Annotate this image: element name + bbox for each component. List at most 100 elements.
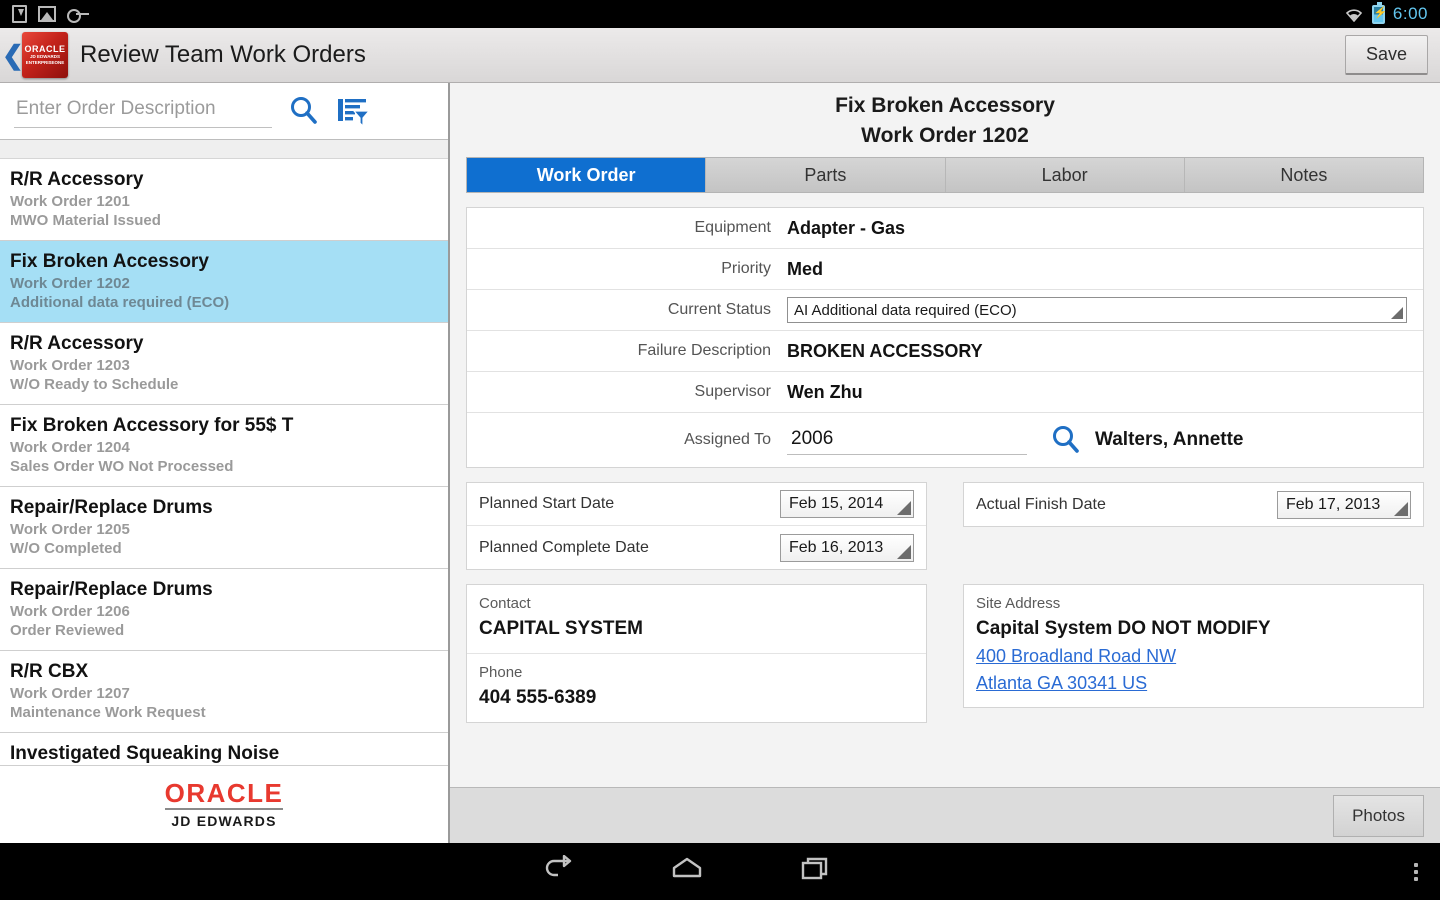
status-bar-left-icons xyxy=(12,5,89,23)
search-input[interactable] xyxy=(14,94,272,128)
equipment-value: Adapter - Gas xyxy=(787,217,906,238)
list-item-status: MWO Material Issued xyxy=(10,212,161,229)
list-item-status: W/O Ready to Schedule xyxy=(10,376,179,393)
overflow-menu-icon[interactable] xyxy=(1414,862,1418,881)
chevron-down-icon xyxy=(897,501,911,515)
priority-label: Priority xyxy=(721,260,771,277)
planned-start-date-value: Feb 15, 2014 xyxy=(789,495,884,512)
list-item-title: R/R CBX xyxy=(10,661,89,682)
contact-value: CAPITAL SYSTEM xyxy=(479,618,643,639)
status-bar-clock: 6:00 xyxy=(1392,4,1428,23)
actual-dates-column: Actual Finish Date Feb 17, 2013 xyxy=(963,482,1424,570)
list-item-order: Work Order 1201 xyxy=(10,193,130,210)
detail-subtitle: Work Order 1202 xyxy=(861,124,1029,147)
list-item-selected[interactable]: Fix Broken Accessory Work Order 1202 Add… xyxy=(0,241,448,323)
assigned-to-name: Walters, Annette xyxy=(1095,429,1244,450)
page-title: Review Team Work Orders xyxy=(80,41,366,68)
nav-buttons xyxy=(540,854,832,888)
list-item-order: Work Order 1207 xyxy=(10,685,130,702)
list-item-status: Maintenance Work Request xyxy=(10,704,206,721)
tab-parts[interactable]: Parts xyxy=(705,158,945,192)
recents-nav-icon[interactable] xyxy=(800,855,832,888)
search-row xyxy=(0,83,448,139)
android-status-bar: 6:00 xyxy=(0,0,1440,28)
list-item[interactable]: R/R Accessory Work Order 1203 W/O Ready … xyxy=(0,323,448,405)
phone-section: Phone 404 555-6389 xyxy=(467,654,926,722)
save-button[interactable]: Save xyxy=(1344,35,1428,75)
chevron-down-icon xyxy=(897,544,911,559)
list-item-status: Sales Order WO Not Processed xyxy=(10,458,234,475)
app-title-bar: ❮ ORACLE JD EDWARDS ENTERPRISEONE Review… xyxy=(0,28,1440,83)
chevron-down-icon xyxy=(1394,501,1408,516)
main-body: R/R Accessory Work Order 1201 MWO Materi… xyxy=(0,83,1440,843)
current-status-select[interactable]: AI Additional data required (ECO) xyxy=(787,297,1407,323)
assigned-to-label: Assigned To xyxy=(684,431,771,448)
back-button[interactable]: ❮ xyxy=(2,42,24,68)
tab-work-order[interactable]: Work Order xyxy=(467,158,706,192)
detail-tabs: Work Order Parts Labor Notes xyxy=(466,157,1424,193)
contact-section: Contact CAPITAL SYSTEM xyxy=(467,585,926,654)
image-icon xyxy=(38,6,56,22)
list-item-order: Work Order 1204 xyxy=(10,439,130,456)
phone-label: Phone xyxy=(479,664,523,681)
back-nav-icon[interactable] xyxy=(540,854,574,888)
actual-finish-date-label: Actual Finish Date xyxy=(976,495,1106,513)
site-address-line2-link[interactable]: Atlanta GA 30341 US xyxy=(976,670,1411,697)
detail-content: Equipment Adapter - Gas Priority Med Cur… xyxy=(450,193,1440,787)
planned-dates-card: Planned Start Date Feb 15, 2014 Planned … xyxy=(466,482,927,570)
jd-edwards-wordmark: JD EDWARDS xyxy=(171,813,277,829)
list-item[interactable]: Fix Broken Accessory for 55$ T Work Orde… xyxy=(0,405,448,487)
phone-value: 404 555-6389 xyxy=(479,687,597,708)
filter-list-icon[interactable] xyxy=(336,95,370,127)
list-item-title: Repair/Replace Drums xyxy=(10,497,213,518)
oracle-jd-edwards-footer-logo: ORACLE JD EDWARDS xyxy=(0,765,448,843)
site-address-column: Site Address Capital System DO NOT MODIF… xyxy=(963,584,1424,723)
supervisor-row: Supervisor Wen Zhu xyxy=(467,372,1423,413)
planned-start-date-picker[interactable]: Feb 15, 2014 xyxy=(780,490,914,518)
site-address-card: Site Address Capital System DO NOT MODIF… xyxy=(963,584,1424,708)
logo-enterpriseone-text: ENTERPRISEONE xyxy=(25,60,65,65)
work-order-list[interactable]: R/R Accessory Work Order 1201 MWO Materi… xyxy=(0,159,448,843)
list-item[interactable]: R/R Accessory Work Order 1201 MWO Materi… xyxy=(0,159,448,241)
assigned-to-input[interactable] xyxy=(787,425,1027,455)
detail-bottom-bar: Photos xyxy=(450,787,1440,843)
list-item[interactable]: Repair/Replace Drums Work Order 1206 Ord… xyxy=(0,569,448,651)
tab-labor[interactable]: Labor xyxy=(944,158,1184,192)
planned-complete-date-picker[interactable]: Feb 16, 2013 xyxy=(780,533,914,562)
actual-finish-date-value: Feb 17, 2013 xyxy=(1286,495,1381,513)
status-bar-right-icons: 6:00 xyxy=(1344,1,1428,24)
contact-label: Contact xyxy=(479,595,531,612)
planned-complete-date-row: Planned Complete Date Feb 16, 2013 xyxy=(467,526,926,569)
list-item-status: Order Reviewed xyxy=(10,622,125,639)
actual-finish-date-picker[interactable]: Feb 17, 2013 xyxy=(1277,490,1411,519)
tab-notes[interactable]: Notes xyxy=(1183,158,1423,192)
detail-title: Fix Broken Accessory xyxy=(835,94,1055,117)
current-status-row: Current Status AI Additional data requir… xyxy=(467,290,1423,331)
assigned-to-row: Assigned To Walters, Annette xyxy=(467,413,1423,467)
failure-description-label: Failure Description xyxy=(637,342,771,359)
home-nav-icon[interactable] xyxy=(670,855,704,888)
planned-dates-column: Planned Start Date Feb 15, 2014 Planned … xyxy=(466,482,927,570)
info-section: Contact CAPITAL SYSTEM Phone 404 555-638… xyxy=(466,584,1424,723)
detail-header: Fix Broken Accessory Work Order 1202 xyxy=(450,83,1440,157)
oracle-jde-logo-icon[interactable]: ORACLE JD EDWARDS ENTERPRISEONE xyxy=(22,32,68,78)
site-address-line1-link[interactable]: 400 Broadland Road NW xyxy=(976,643,1411,670)
list-item[interactable]: Repair/Replace Drums Work Order 1205 W/O… xyxy=(0,487,448,569)
search-icon[interactable] xyxy=(288,95,320,127)
chevron-down-icon xyxy=(1391,307,1403,319)
dates-section: Planned Start Date Feb 15, 2014 Planned … xyxy=(466,482,1424,570)
list-item-title: Fix Broken Accessory for 55$ T xyxy=(10,415,294,436)
list-item-order: Work Order 1206 xyxy=(10,603,130,620)
photos-button[interactable]: Photos xyxy=(1333,794,1424,837)
failure-description-row: Failure Description BROKEN ACCESSORY xyxy=(467,331,1423,372)
contact-column: Contact CAPITAL SYSTEM Phone 404 555-638… xyxy=(466,584,927,723)
assigned-to-lookup-icon[interactable] xyxy=(1049,423,1083,457)
list-item[interactable]: R/R CBX Work Order 1207 Maintenance Work… xyxy=(0,651,448,733)
site-address-section: Site Address Capital System DO NOT MODIF… xyxy=(964,585,1423,707)
wifi-icon xyxy=(1344,7,1364,22)
list-item-order: Work Order 1205 xyxy=(10,521,130,538)
list-item-order: Work Order 1203 xyxy=(10,357,130,374)
planned-start-date-row: Planned Start Date Feb 15, 2014 xyxy=(467,483,926,526)
logo-rule xyxy=(165,808,283,810)
list-item-title: Fix Broken Accessory xyxy=(10,251,209,272)
